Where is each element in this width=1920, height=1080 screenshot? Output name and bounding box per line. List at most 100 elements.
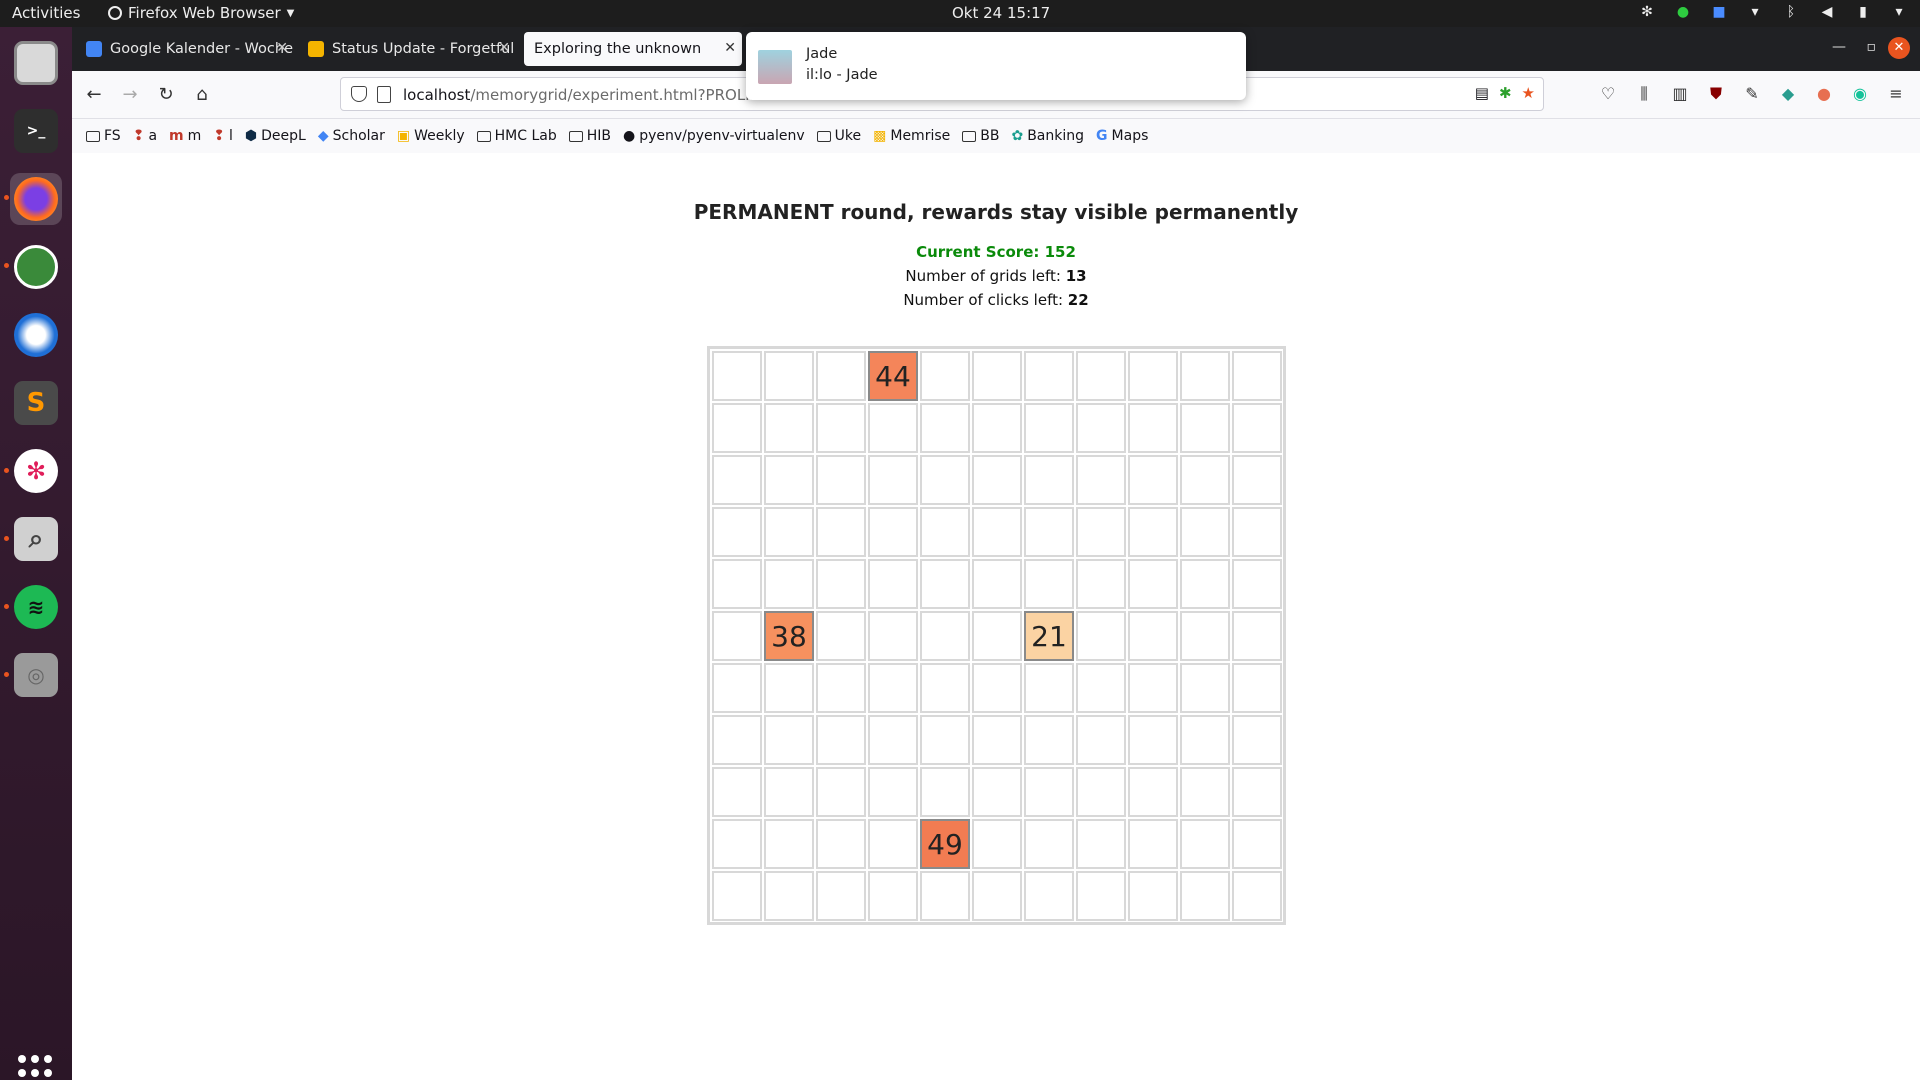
grid-cell[interactable] — [816, 767, 866, 817]
grid-cell[interactable] — [1128, 871, 1178, 921]
grid-cell[interactable] — [1076, 767, 1126, 817]
grid-cell[interactable] — [816, 559, 866, 609]
extension-icon[interactable]: ● — [1814, 84, 1834, 104]
sidebar-icon[interactable]: ▥ — [1670, 84, 1690, 104]
grid-cell[interactable] — [868, 559, 918, 609]
grid-cell[interactable] — [868, 871, 918, 921]
zoom-tray-icon[interactable]: ■ — [1710, 4, 1728, 20]
grid-cell[interactable] — [1024, 559, 1074, 609]
grid-cell[interactable] — [1232, 351, 1282, 401]
grid-cell[interactable] — [1232, 715, 1282, 765]
grid-cell[interactable] — [816, 715, 866, 765]
grid-cell[interactable] — [1180, 611, 1230, 661]
grid-cell[interactable] — [868, 819, 918, 869]
grid-cell[interactable] — [1180, 351, 1230, 401]
grid-cell[interactable] — [1128, 767, 1178, 817]
grid-cell[interactable] — [1232, 559, 1282, 609]
grid-cell[interactable] — [1232, 507, 1282, 557]
grid-cell[interactable] — [1024, 767, 1074, 817]
grid-cell[interactable] — [816, 663, 866, 713]
menu-icon[interactable]: ≡ — [1886, 84, 1906, 104]
grid-cell[interactable] — [868, 715, 918, 765]
grid-cell[interactable] — [1024, 351, 1074, 401]
grid-cell-revealed[interactable]: 21 — [1024, 611, 1074, 661]
grid-cell[interactable] — [1232, 611, 1282, 661]
notification-popup[interactable]: Jade il:lo - Jade — [746, 32, 1246, 100]
grammarly-icon[interactable]: ◉ — [1850, 84, 1870, 104]
minimize-icon[interactable]: — — [1832, 39, 1846, 55]
grid-cell[interactable] — [1180, 559, 1230, 609]
grid-cell-revealed[interactable]: 38 — [764, 611, 814, 661]
battery-icon[interactable]: ▮ — [1854, 4, 1872, 20]
grid-cell[interactable] — [1180, 663, 1230, 713]
grid-cell[interactable] — [712, 715, 762, 765]
grid-cell[interactable] — [764, 767, 814, 817]
grid-cell[interactable] — [920, 611, 970, 661]
grid-cell[interactable] — [1180, 819, 1230, 869]
grid-cell[interactable] — [712, 559, 762, 609]
grid-cell[interactable] — [920, 715, 970, 765]
grid-cell[interactable] — [920, 507, 970, 557]
grid-cell[interactable] — [972, 715, 1022, 765]
grid-cell[interactable] — [920, 767, 970, 817]
files-launcher[interactable] — [10, 37, 62, 89]
grid-cell[interactable] — [1024, 819, 1074, 869]
bluetooth-icon[interactable]: ᛒ — [1782, 4, 1800, 20]
bookmark-bb[interactable]: BB — [962, 128, 999, 144]
grid-cell[interactable] — [972, 611, 1022, 661]
grid-cell[interactable] — [712, 871, 762, 921]
close-tab-icon[interactable]: ✕ — [498, 40, 510, 56]
grid-cell[interactable] — [1232, 663, 1282, 713]
grid-cell[interactable] — [868, 663, 918, 713]
volume-icon[interactable]: ◀ — [1818, 4, 1836, 20]
grid-cell[interactable] — [1180, 715, 1230, 765]
grid-cell[interactable] — [1180, 403, 1230, 453]
grid-cell[interactable] — [1232, 871, 1282, 921]
grid-cell[interactable] — [1232, 819, 1282, 869]
back-icon[interactable]: ← — [82, 83, 106, 107]
clock[interactable]: Okt 24 15:17 — [952, 4, 1050, 22]
grid-cell[interactable] — [816, 819, 866, 869]
disk-launcher[interactable]: ◎ — [10, 649, 62, 701]
grid-cell[interactable] — [1180, 871, 1230, 921]
grid-cell[interactable] — [816, 871, 866, 921]
bookmark-star-icon[interactable]: ★ — [1522, 84, 1535, 102]
grid-cell[interactable] — [972, 351, 1022, 401]
grid-cell[interactable] — [1232, 403, 1282, 453]
grid-cell[interactable] — [1180, 507, 1230, 557]
grid-cell[interactable] — [816, 611, 866, 661]
grid-cell[interactable] — [1076, 871, 1126, 921]
close-tab-icon[interactable]: ✕ — [276, 40, 288, 56]
bookmark-l[interactable]: ❢ l — [213, 128, 233, 144]
grid-cell[interactable] — [1128, 351, 1178, 401]
grid-cell[interactable] — [1024, 403, 1074, 453]
grid-cell[interactable] — [972, 559, 1022, 609]
grid-cell[interactable] — [1076, 715, 1126, 765]
tab-status-update[interactable]: Status Update - Forgetful ✕ — [298, 32, 516, 66]
grid-cell[interactable] — [920, 559, 970, 609]
grid-cell[interactable] — [712, 611, 762, 661]
shield-icon[interactable] — [351, 86, 367, 102]
extension-icon[interactable]: ◆ — [1778, 84, 1798, 104]
bug-icon[interactable]: ✱ — [1499, 84, 1512, 102]
grid-cell[interactable] — [1024, 663, 1074, 713]
forward-icon[interactable]: → — [118, 83, 142, 107]
spotify-launcher[interactable]: ≋ — [10, 581, 62, 633]
grid-cell[interactable] — [1024, 871, 1074, 921]
grid-cell[interactable] — [764, 455, 814, 505]
grid-cell[interactable] — [712, 663, 762, 713]
bookmark-hib[interactable]: HIB — [568, 128, 611, 144]
show-applications-button[interactable] — [18, 1055, 54, 1080]
firefox-launcher[interactable] — [10, 173, 62, 225]
grid-cell[interactable] — [764, 559, 814, 609]
grid-cell-revealed[interactable]: 49 — [920, 819, 970, 869]
reader-view-icon[interactable]: ▤ — [1475, 84, 1489, 102]
grid-cell[interactable] — [764, 715, 814, 765]
grid-cell[interactable] — [1180, 455, 1230, 505]
grid-cell[interactable] — [1076, 559, 1126, 609]
bookmark-fs[interactable]: FS — [86, 128, 121, 144]
grid-cell[interactable] — [816, 455, 866, 505]
grid-cell[interactable] — [764, 663, 814, 713]
grid-cell[interactable] — [1128, 611, 1178, 661]
bookmark-m[interactable]: mm — [169, 128, 201, 144]
